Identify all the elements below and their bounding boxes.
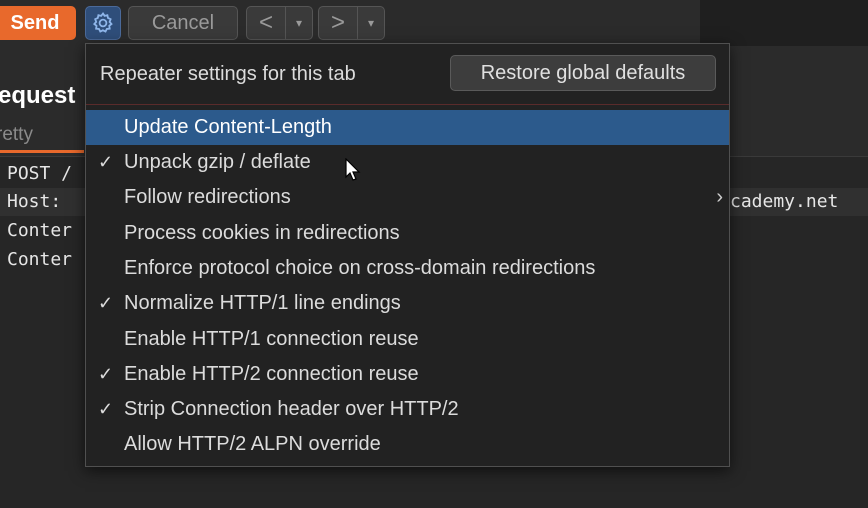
menu-item-normalize-http1[interactable]: ✓ Normalize HTTP/1 line endings	[86, 286, 729, 321]
menu-item-label: Allow HTTP/2 ALPN override	[124, 433, 381, 455]
check-icon: ✓	[98, 364, 114, 384]
menu-item-label: Process cookies in redirections	[124, 222, 400, 244]
menu-item-http2-reuse[interactable]: ✓ Enable HTTP/2 connection reuse	[86, 357, 729, 392]
menu-item-http1-reuse[interactable]: Enable HTTP/1 connection reuse	[86, 322, 729, 357]
menu-item-unpack-gzip[interactable]: ✓ Unpack gzip / deflate	[86, 145, 729, 180]
toolbar: Send Cancel < ▾ > ▾	[0, 0, 868, 46]
back-history-dropdown[interactable]: ▾	[285, 7, 312, 39]
popup-title: Repeater settings for this tab	[100, 63, 356, 85]
check-icon: ✓	[98, 152, 114, 172]
editor-line: Host:	[7, 191, 62, 212]
restore-global-defaults-button[interactable]: Restore global defaults	[450, 55, 716, 91]
send-button[interactable]: Send	[0, 6, 76, 40]
menu-item-alpn-override[interactable]: Allow HTTP/2 ALPN override	[86, 427, 729, 462]
back-button-group[interactable]: < ▾	[246, 6, 313, 40]
forward-history-dropdown[interactable]: ▾	[357, 7, 384, 39]
back-button[interactable]: <	[247, 7, 285, 39]
tab-pretty[interactable]: retty	[0, 124, 33, 146]
chevron-right-icon: ›	[716, 186, 723, 208]
cancel-button[interactable]: Cancel	[128, 6, 238, 40]
request-panel-title: equest	[0, 82, 76, 109]
menu-item-label: Update Content-Length	[124, 116, 332, 138]
menu-item-label: Unpack gzip / deflate	[124, 151, 311, 173]
menu-item-label: Follow redirections	[124, 186, 291, 208]
check-icon: ✓	[98, 293, 114, 313]
editor-host-value: cademy.net	[730, 191, 839, 212]
menu-item-label: Normalize HTTP/1 line endings	[124, 292, 401, 314]
tab-active-indicator	[0, 150, 84, 153]
menu-item-update-content-length[interactable]: Update Content-Length	[86, 110, 729, 145]
toolbar-right-area	[700, 0, 868, 46]
menu-item-process-cookies[interactable]: Process cookies in redirections	[86, 216, 729, 251]
menu-item-label: Enable HTTP/2 connection reuse	[124, 363, 419, 385]
menu-item-enforce-protocol[interactable]: Enforce protocol choice on cross-domain …	[86, 251, 729, 286]
repeater-settings-popup: Repeater settings for this tab Restore g…	[85, 43, 730, 467]
menu-item-label: Enforce protocol choice on cross-domain …	[124, 257, 596, 279]
editor-line: Conter	[7, 220, 73, 241]
repeater-settings-button[interactable]	[85, 6, 121, 40]
editor-line: Conter	[7, 249, 73, 270]
menu-item-strip-connection-header[interactable]: ✓ Strip Connection header over HTTP/2	[86, 392, 729, 427]
check-icon: ✓	[98, 399, 114, 419]
gear-icon	[92, 11, 113, 33]
menu-item-label: Strip Connection header over HTTP/2	[124, 398, 459, 420]
forward-button-group[interactable]: > ▾	[318, 6, 385, 40]
popup-header: Repeater settings for this tab Restore g…	[86, 44, 729, 105]
mouse-cursor-icon	[345, 158, 361, 181]
forward-button[interactable]: >	[319, 7, 357, 39]
editor-line: POST /	[7, 163, 73, 184]
menu-item-label: Enable HTTP/1 connection reuse	[124, 328, 419, 350]
menu-item-follow-redirections[interactable]: Follow redirections ›	[86, 180, 729, 215]
